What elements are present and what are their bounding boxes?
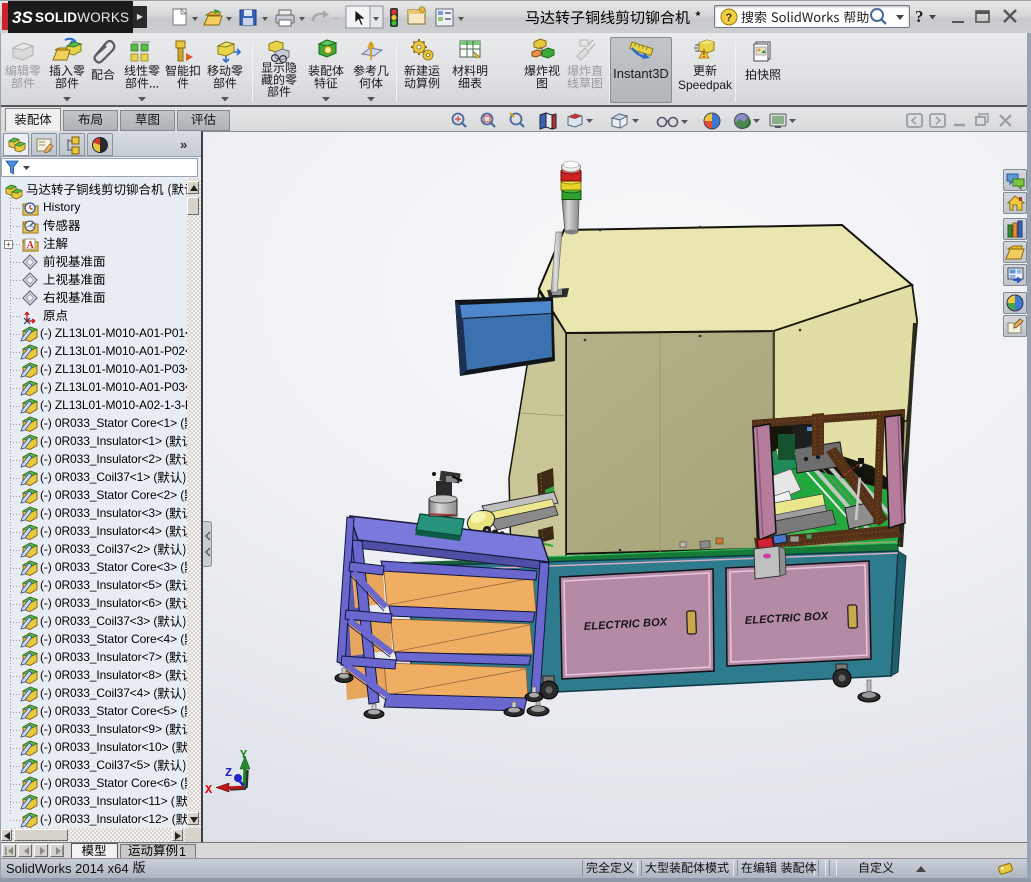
svg-text:3S: 3S	[12, 8, 33, 27]
svg-text:SOLIDWORKS: SOLIDWORKS	[35, 10, 129, 25]
svg-text:?: ?	[726, 12, 733, 24]
svg-text:X: X	[205, 783, 213, 797]
svg-text:A: A	[27, 240, 35, 251]
svg-text:Y: Y	[240, 748, 248, 762]
svg-text:?: ?	[915, 7, 924, 26]
svg-text:Z: Z	[225, 766, 232, 780]
svg-text:!: !	[703, 50, 706, 59]
